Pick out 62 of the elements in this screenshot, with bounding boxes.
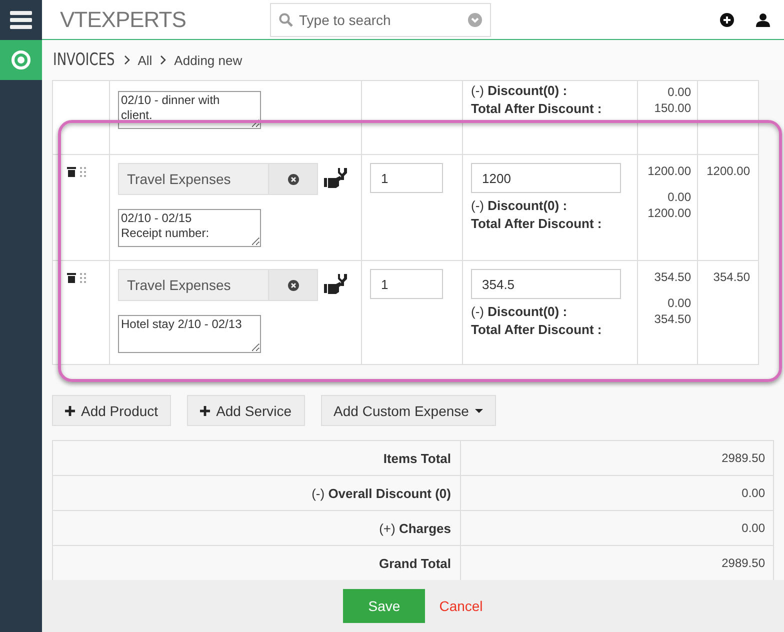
- summary-value: 2989.50: [460, 440, 774, 476]
- add-button[interactable]: Add Custom Expense: [320, 395, 496, 426]
- breadcrumb-link[interactable]: Adding new: [174, 52, 242, 68]
- add-button[interactable]: Add Service: [187, 395, 305, 426]
- plus-circle-icon: [720, 12, 734, 26]
- trash-icon[interactable]: [67, 167, 76, 177]
- drag-handle-icon[interactable]: [80, 167, 87, 177]
- user-icon: [756, 12, 770, 26]
- discount-value: 0.00: [666, 84, 691, 100]
- discount-label: (-) Discount(0) :: [471, 303, 568, 321]
- description-field[interactable]: 02/10 - 02/15 Receipt number:: [118, 209, 261, 247]
- net-price-value: 354.50: [712, 269, 750, 285]
- price-field[interactable]: 354.5: [471, 269, 621, 299]
- module-title: INVOICES: [53, 50, 115, 70]
- summary-value: 0.00: [460, 476, 774, 510]
- search-icon: [279, 12, 293, 26]
- cancel-link[interactable]: Cancel: [439, 598, 483, 614]
- summary-label: (-) Overall Discount (0): [52, 476, 460, 510]
- after-discount-value: 1200.00: [646, 205, 691, 221]
- caret-icon: [474, 408, 483, 412]
- hand-wrench-icon[interactable]: [324, 168, 348, 190]
- plus-icon: [200, 406, 210, 416]
- description-field[interactable]: 02/10 - dinner with client.: [118, 91, 261, 129]
- summary-label: (+) Charges: [52, 510, 460, 546]
- add-button[interactable]: [720, 12, 734, 26]
- summary-value: 0.00: [460, 510, 774, 546]
- discount-value: 0.00: [666, 189, 691, 205]
- total-value: 1200.00: [646, 163, 691, 179]
- price-field[interactable]: 1200: [471, 163, 621, 193]
- quantity-field[interactable]: 1: [370, 163, 443, 193]
- chevron-right-icon: [124, 55, 130, 65]
- add-button[interactable]: Add Product: [52, 395, 172, 426]
- trash-icon[interactable]: [67, 273, 76, 283]
- menu-icon: [10, 11, 32, 29]
- summary-label: Items Total: [52, 440, 460, 476]
- total-value: 354.50: [653, 269, 691, 285]
- clear-button[interactable]: [268, 269, 318, 301]
- description-field[interactable]: Hotel stay 2/10 - 02/13: [118, 315, 261, 353]
- after-discount-value: 150.00: [653, 100, 691, 116]
- discount-label: (-) Discount(0) :: [471, 197, 568, 215]
- clear-button[interactable]: [268, 163, 318, 195]
- total-after-discount-label: Total After Discount :: [471, 100, 603, 118]
- close-circle-icon: [288, 174, 298, 184]
- product-field[interactable]: Travel Expenses: [118, 269, 268, 301]
- user-button[interactable]: [756, 12, 770, 26]
- breadcrumb-link[interactable]: All: [138, 52, 152, 68]
- total-after-discount-label: Total After Discount :: [471, 321, 603, 339]
- product-field[interactable]: Travel Expenses: [118, 163, 268, 195]
- total-after-discount-label: Total After Discount :: [471, 215, 603, 233]
- drag-handle-icon[interactable]: [80, 273, 87, 283]
- close-circle-icon: [288, 280, 298, 290]
- chevron-right-icon: [160, 55, 166, 65]
- plus-icon: [65, 406, 75, 416]
- logo: VTEXPERTS: [59, 6, 187, 32]
- discount-value: 0.00: [666, 295, 691, 311]
- discount-label: (-) Discount(0) :: [471, 82, 568, 100]
- quantity-field[interactable]: 1: [370, 269, 443, 299]
- net-price-value: 1200.00: [706, 163, 750, 179]
- after-discount-value: 354.50: [653, 311, 691, 327]
- hand-wrench-icon[interactable]: [324, 274, 348, 296]
- search-field[interactable]: Type to search: [270, 2, 491, 36]
- ring-icon: [11, 50, 31, 70]
